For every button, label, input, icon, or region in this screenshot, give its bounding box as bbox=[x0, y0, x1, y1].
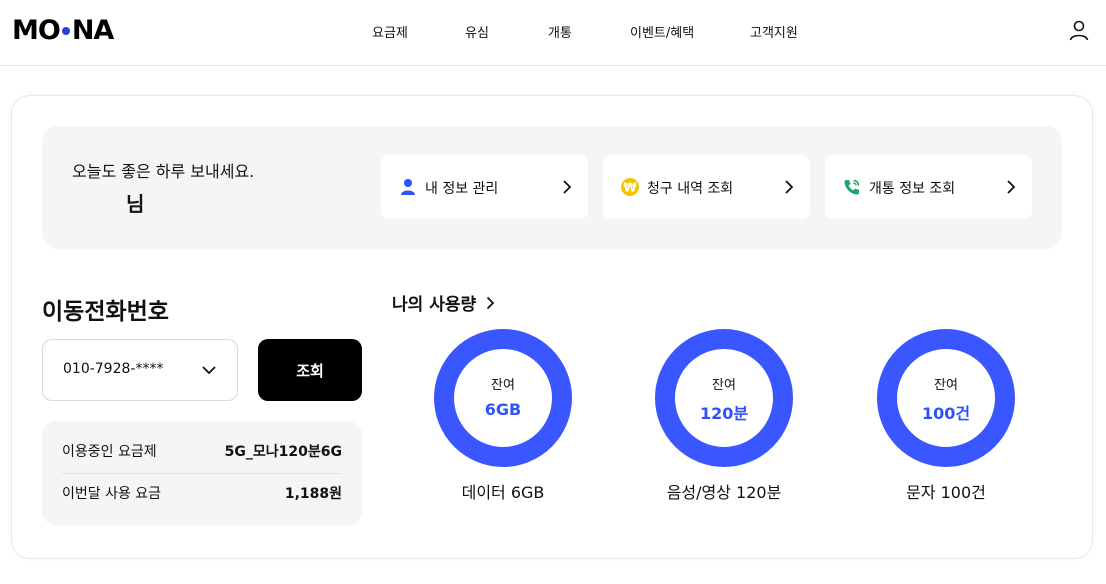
phone-number-select[interactable]: 010-7928-**** bbox=[42, 339, 238, 401]
gauge-label: 잔여 bbox=[491, 378, 515, 393]
sms-usage-gauge: 잔여 100건 bbox=[876, 328, 1016, 468]
phone-number-value: 010-7928-**** bbox=[63, 361, 164, 377]
nav-item-activation[interactable]: 개통 bbox=[548, 22, 572, 41]
nav-item-usim[interactable]: 유심 bbox=[465, 22, 489, 41]
greeting-panel: 오늘도 좋은 하루 보내세요. 님 내 정보 관리 ₩ 청구 내역 조회 개통 … bbox=[42, 126, 1062, 249]
gauge-caption: 데이터 6GB bbox=[461, 483, 545, 502]
plan-row-value: 5G_모나120분6G bbox=[224, 444, 342, 460]
phone-call-icon bbox=[844, 179, 860, 195]
gauge-caption: 음성/영상 120분 bbox=[666, 483, 782, 502]
gauge-value: 6GB bbox=[484, 400, 522, 419]
plan-row-label: 이용중인 요금제 bbox=[62, 444, 157, 460]
gauge-value: 100건 bbox=[921, 404, 971, 423]
my-usage-link[interactable]: 나의 사용량 bbox=[392, 290, 495, 315]
divider bbox=[62, 473, 342, 474]
won-coin-icon: ₩ bbox=[621, 178, 639, 196]
plan-row: 이번달 사용 요금 1,188원 bbox=[62, 483, 342, 503]
billing-history-button[interactable]: ₩ 청구 내역 조회 bbox=[603, 155, 810, 219]
user-icon[interactable] bbox=[1068, 19, 1090, 41]
chevron-right-icon bbox=[486, 296, 495, 309]
nav-item-support[interactable]: 고객지원 bbox=[750, 22, 798, 41]
gauge-caption: 문자 100건 bbox=[906, 483, 986, 502]
chevron-right-icon bbox=[1007, 180, 1016, 194]
plan-row: 이용중인 요금제 5G_모나120분6G bbox=[62, 441, 342, 461]
my-info-label: 내 정보 관리 bbox=[425, 181, 499, 197]
nav-item-events[interactable]: 이벤트/혜택 bbox=[630, 22, 694, 41]
my-info-button[interactable]: 내 정보 관리 bbox=[381, 155, 588, 219]
gauge-label: 잔여 bbox=[712, 378, 736, 393]
plan-row-value: 1,188원 bbox=[284, 486, 342, 502]
gauge-ring bbox=[434, 329, 572, 467]
greeting-text: 오늘도 좋은 하루 보내세요. bbox=[72, 162, 255, 181]
main-nav: 요금제 유심 개통 이벤트/혜택 고객지원 bbox=[0, 22, 1106, 42]
plan-row-label: 이번달 사용 요금 bbox=[62, 486, 162, 502]
chevron-right-icon bbox=[785, 180, 794, 194]
gauge-ring bbox=[655, 329, 793, 467]
lookup-button[interactable]: 조회 bbox=[258, 339, 362, 401]
gauge-label: 잔여 bbox=[934, 378, 958, 393]
person-icon bbox=[401, 179, 415, 195]
site-header: MO NA 요금제 유심 개통 이벤트/혜택 고객지원 bbox=[0, 0, 1106, 66]
activation-info-label: 개통 정보 조회 bbox=[869, 181, 956, 197]
billing-history-label: 청구 내역 조회 bbox=[647, 181, 734, 197]
voice-usage-gauge: 잔여 120분 bbox=[654, 328, 794, 468]
plan-summary: 이용중인 요금제 5G_모나120분6G 이번달 사용 요금 1,188원 bbox=[42, 421, 362, 525]
chevron-right-icon bbox=[563, 180, 572, 194]
svg-text:₩: ₩ bbox=[623, 181, 637, 195]
activation-info-button[interactable]: 개통 정보 조회 bbox=[825, 155, 1032, 219]
gauge-ring bbox=[877, 329, 1015, 467]
nav-item-plans[interactable]: 요금제 bbox=[372, 22, 408, 41]
phone-number-title: 이동전화번호 bbox=[42, 299, 169, 325]
chevron-down-icon bbox=[202, 366, 216, 375]
my-usage-title: 나의 사용량 bbox=[392, 295, 477, 315]
data-usage-gauge: 잔여 6GB bbox=[433, 328, 573, 468]
gauge-value: 120분 bbox=[699, 404, 749, 423]
mypage-card: 오늘도 좋은 하루 보내세요. 님 내 정보 관리 ₩ 청구 내역 조회 개통 … bbox=[12, 96, 1092, 558]
greeting-name: 님 bbox=[126, 192, 145, 216]
